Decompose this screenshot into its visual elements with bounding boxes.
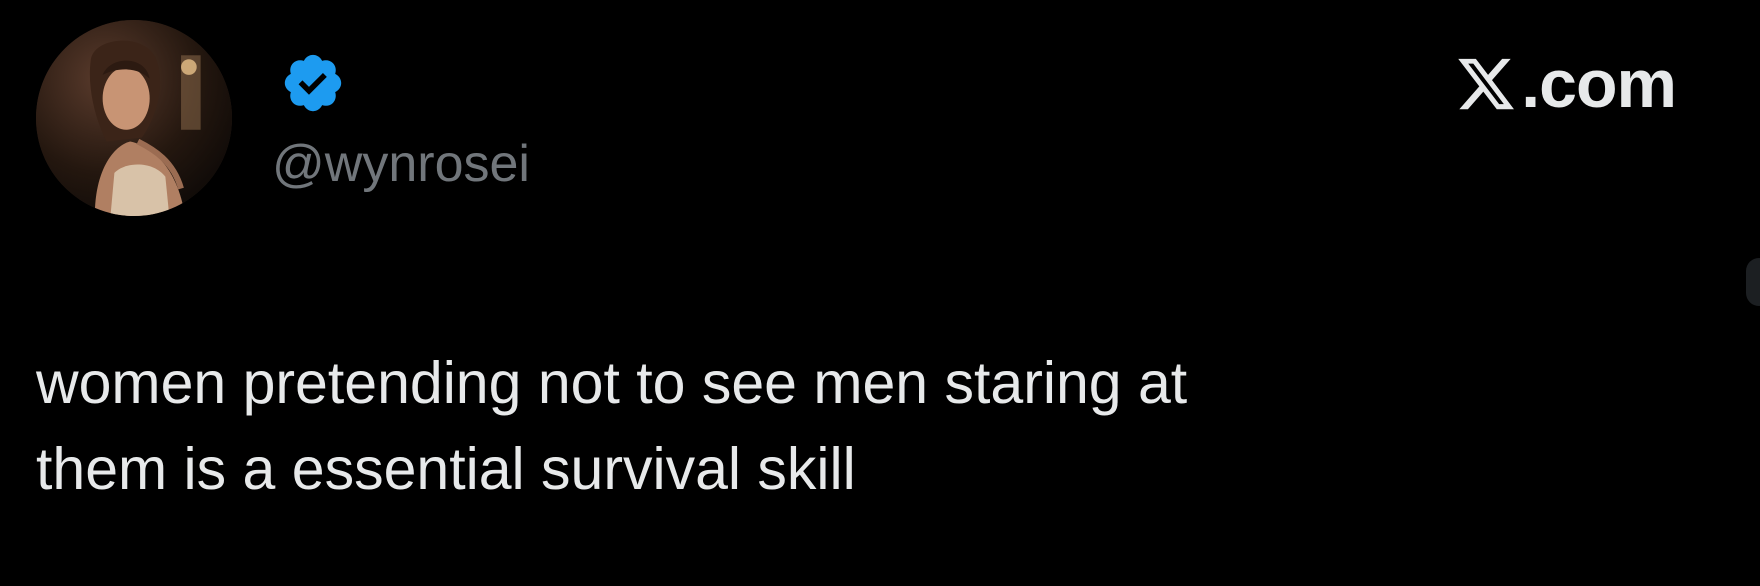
tweet-text-line: women pretending not to see men staring … bbox=[36, 350, 1188, 416]
tweet-text-line: them is a essential survival skill bbox=[36, 436, 856, 502]
verified-badge-icon bbox=[280, 50, 346, 116]
avatar[interactable] bbox=[36, 20, 232, 216]
avatar-photo-icon bbox=[36, 20, 232, 216]
scroll-handle[interactable] bbox=[1746, 258, 1760, 306]
brand-domain: .com bbox=[1521, 46, 1677, 122]
brand-watermark: .com bbox=[1455, 44, 1677, 124]
author-handle[interactable]: @wynrosei bbox=[272, 124, 530, 204]
x-logo-icon bbox=[1455, 53, 1517, 115]
tweet-screenshot: @wynrosei .com women pretending not to s… bbox=[0, 0, 1760, 586]
tweet-text: women pretending not to see men staring … bbox=[36, 340, 1596, 512]
